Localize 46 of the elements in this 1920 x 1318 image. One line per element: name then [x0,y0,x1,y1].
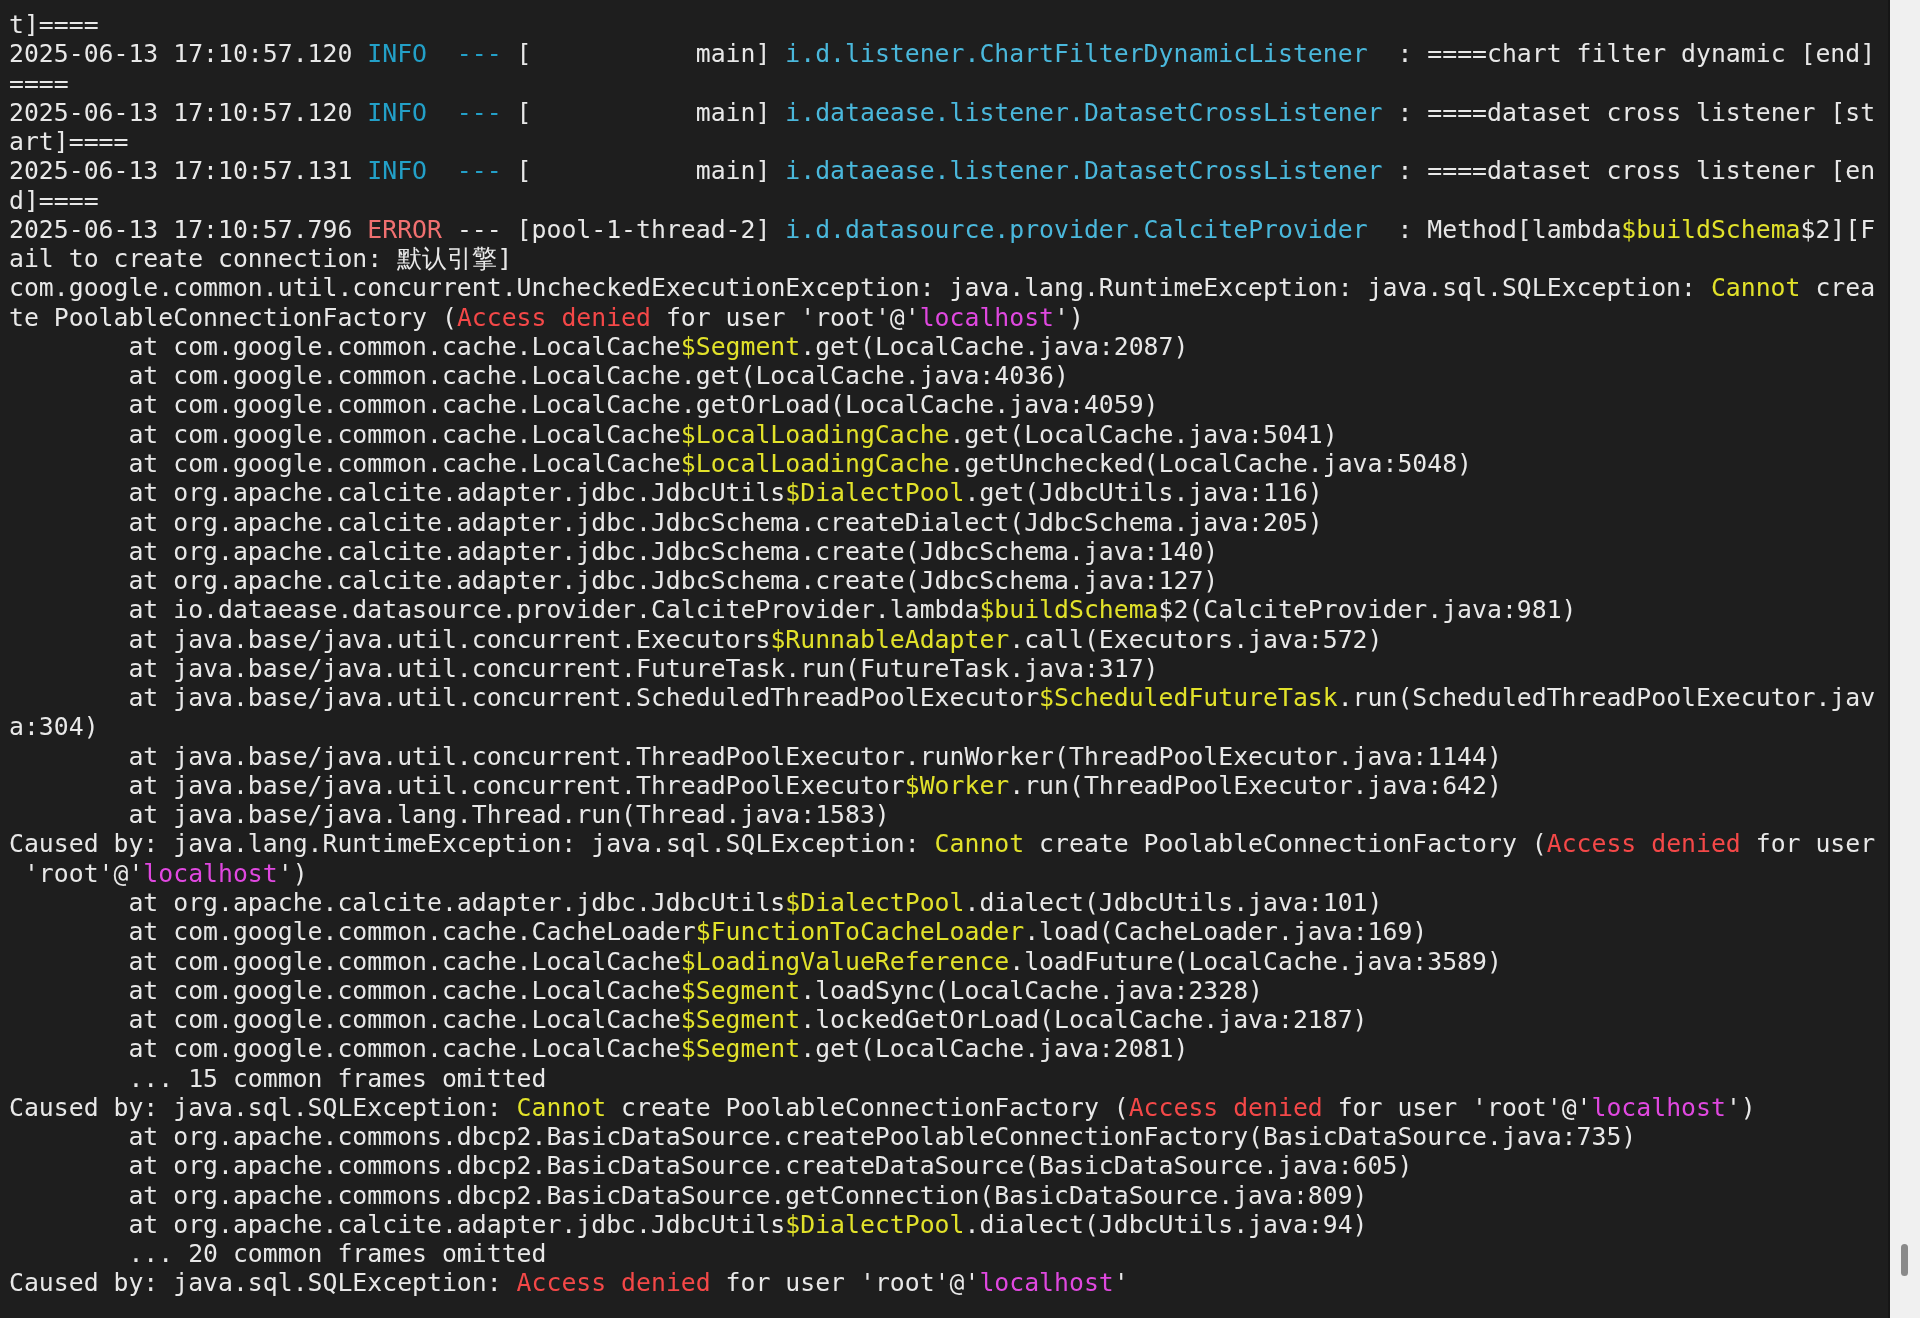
log-line: at org.apache.commons.dbcp2.BasicDataSource.createDataSource(BasicDataSource.java:605) [128,1151,1413,1181]
log-line: Caused by: java.sql.SQLException: Access denied for user 'root'@'localhost' [9,1268,1129,1298]
log-line: te PoolableConnectionFactory (Access denied for user 'root'@'localhost') [9,302,1084,332]
log-line: 2025-06-13 17:10:57.131 INFO --- [ main] i.dataease.listener.DatasetCrossListener : ====dataset cross listener [en [9,156,1876,186]
log-line: at com.google.common.cache.LocalCache$Segment.loadSync(LocalCache.java:2328) [128,975,1264,1006]
log-line: ... 15 common frames omitted [128,1063,547,1093]
log-line: 2025-06-13 17:10:57.120 INFO --- [ main] i.dataease.listener.DatasetCrossListener : ====dataset cross listener [st [9,97,1876,128]
log-line: at com.google.common.cache.LocalCache$Segment.lockedGetOrLoad(LocalCache.java:2187) [128,1005,1368,1035]
log-line: 2025-06-13 17:10:57.796 ERROR --- [pool-1-thread-2] i.d.datasource.provider.CalciteProvider : Method[lambda$buildSchema$2][F [9,214,1876,245]
log-line: at java.base/java.util.concurrent.FutureTask.run(FutureTask.java:317) [128,653,1159,684]
log-line: Caused by: java.lang.RuntimeException: java.sql.SQLException: Cannot create PoolableConnectionFactory (Access denied for user [9,829,1876,859]
log-line: 2025-06-13 17:10:57.120 INFO --- [ main] i.d.listener.ChartFilterDynamicListener : ====chart filter dynamic [end] [9,39,1876,69]
log-line: d]==== [9,185,99,215]
log-line: at java.base/java.util.concurrent.ThreadPoolExecutor$Worker.run(ThreadPoolExecutor.java:642) [128,770,1502,801]
log-line: at com.google.common.cache.LocalCache$LocalLoadingCache.get(LocalCache.java:5041) [128,419,1338,449]
log-line: at com.google.common.cache.LocalCache$Segment.get(LocalCache.java:2087) [128,331,1189,362]
log-line: ail to create connection: 默认引擎] [9,244,513,274]
log-line: com.google.common.util.concurrent.UncheckedExecutionException: java.lang.RuntimeException: java.sql.SQLException: Cannot crea [9,273,1876,303]
log-line: at org.apache.calcite.adapter.jdbc.JdbcUtils$DialectPool.dialect(JdbcUtils.java:101) [128,887,1383,918]
log-line: at com.google.common.cache.LocalCache.get(LocalCache.java:4036) [128,361,1069,391]
scrollbar-thumb[interactable] [1901,1244,1908,1276]
log-line: at org.apache.calcite.adapter.jdbc.JdbcUtils$DialectPool.get(JdbcUtils.java:116) [128,478,1323,508]
log-line: 'root'@'localhost') [23,858,308,888]
log-line: at java.base/java.util.concurrent.ScheduledThreadPoolExecutor$ScheduledFutureTask.run(ScheduledThreadPoolExecutor.jav [128,683,1876,713]
log-line: at org.apache.calcite.adapter.jdbc.JdbcUtils$DialectPool.dialect(JdbcUtils.java:94) [128,1209,1368,1240]
log-line: at com.google.common.cache.LocalCache.getOrLoad(LocalCache.java:4059) [128,390,1159,420]
log-line: a:304) [9,712,99,742]
log-line: at com.google.common.cache.LocalCache$Segment.get(LocalCache.java:2081) [128,1034,1189,1064]
log-line: at org.apache.commons.dbcp2.BasicDataSource.getConnection(BasicDataSource.java:809) [128,1180,1368,1210]
log-line: at com.google.common.cache.LocalCache$LocalLoadingCache.getUnchecked(LocalCache.java:5048) [128,449,1473,479]
log-line: Caused by: java.sql.SQLException: Cannot create PoolableConnectionFactory (Access denied for user 'root'@'localhost') [9,1092,1756,1123]
log-line: at com.google.common.cache.CacheLoader$FunctionToCacheLoader.load(CacheLoader.java:169) [128,917,1428,947]
scrollbar-track[interactable] [1890,0,1920,1318]
log-line: at org.apache.calcite.adapter.jdbc.JdbcSchema.create(JdbcSchema.java:140) [128,536,1219,567]
log-line: at org.apache.calcite.adapter.jdbc.JdbcSchema.createDialect(JdbcSchema.java:205) [128,507,1323,537]
log-line: at java.base/java.util.concurrent.ThreadPoolExecutor.runWorker(ThreadPoolExecutor.java:1144) [128,741,1502,771]
log-line: at org.apache.commons.dbcp2.BasicDataSource.createPoolableConnectionFactory(BasicDataSource.java:735) [128,1122,1637,1152]
log-line: at com.google.common.cache.LocalCache$LoadingValueReference.loadFuture(LocalCache.java:3589) [128,946,1502,976]
log-line: at java.base/java.util.concurrent.Executors$RunnableAdapter.call(Executors.java:572) [128,624,1383,654]
log-line: at org.apache.calcite.adapter.jdbc.JdbcSchema.create(JdbcSchema.java:127) [128,566,1219,596]
log-line: t]==== [9,10,99,40]
log-line: at java.base/java.lang.Thread.run(Thread.java:1583) [128,800,890,830]
log-line: ==== [9,68,69,98]
log-line: art]==== [9,127,129,157]
log-line: at io.dataease.datasource.provider.CalciteProvider.lambda$buildSchema$2(CalciteProvider.java:981) [128,595,1577,625]
log-line: ... 20 common frames omitted [128,1239,547,1269]
